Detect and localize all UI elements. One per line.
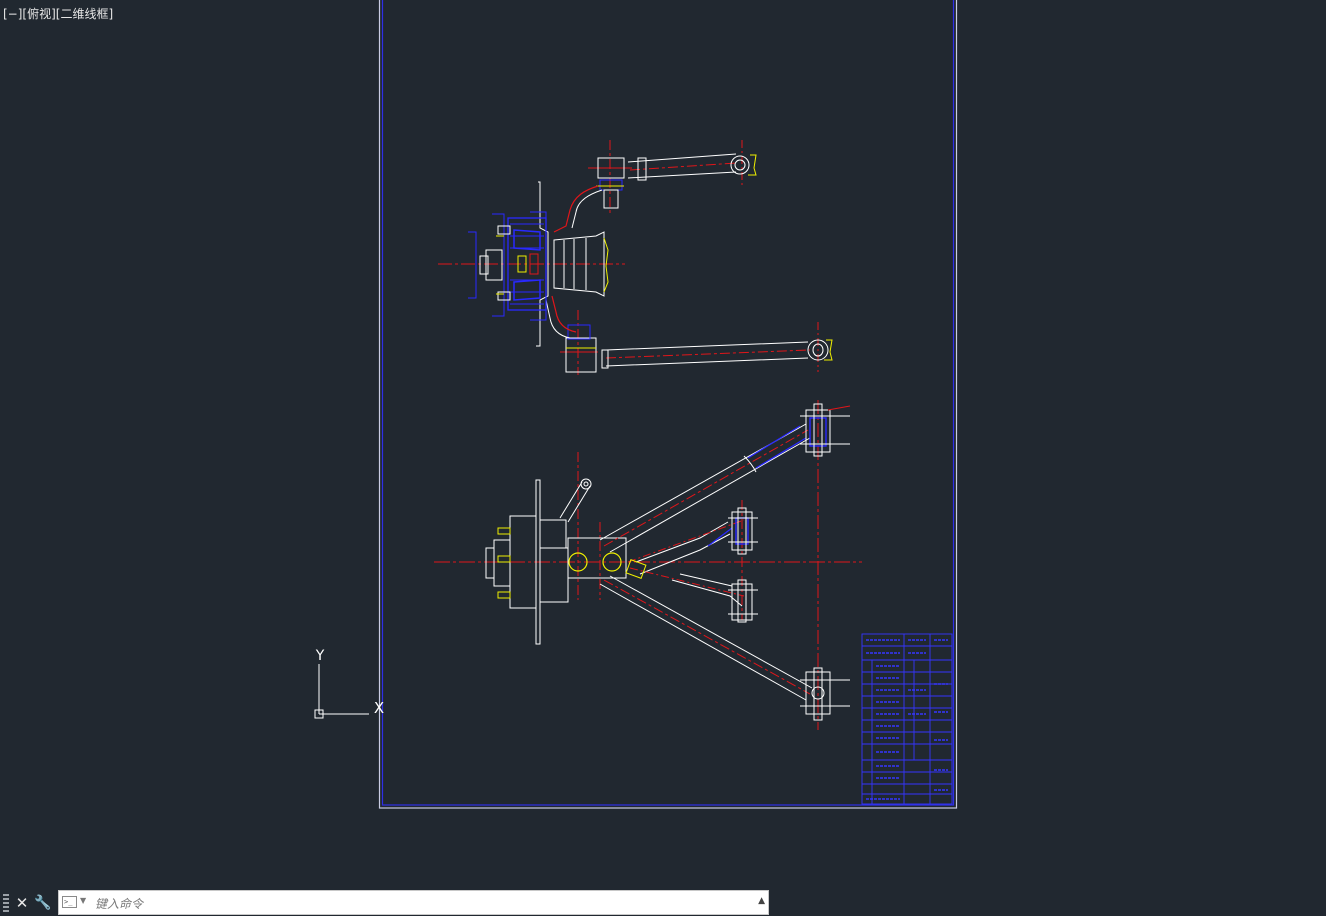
drawing-sheet — [378, 0, 958, 809]
ucs-x-label: X — [374, 699, 384, 717]
command-history-up-icon[interactable]: ▲ — [758, 896, 765, 906]
command-input[interactable] — [93, 893, 747, 914]
top-assembly-view — [438, 140, 833, 375]
command-line-bar: ✕ 🔧 >_ ▼ ▲ — [0, 889, 770, 916]
command-line-grip-handle[interactable] — [3, 894, 9, 912]
model-space-drawing[interactable]: Y X — [0, 0, 1326, 886]
ucs-icon: Y X — [314, 648, 384, 719]
command-input-container: >_ ▼ ▲ — [58, 890, 769, 915]
pivot-bushing-mid-upper — [728, 507, 758, 555]
command-prompt-icon[interactable]: >_ — [62, 896, 77, 908]
pivot-bushing-mid-lower — [728, 579, 758, 623]
wrench-icon[interactable]: 🔧 — [34, 893, 52, 913]
close-icon[interactable]: ✕ — [13, 893, 31, 913]
chevron-down-icon[interactable]: ▼ — [80, 896, 86, 905]
pivot-bushing-bottom — [800, 667, 850, 721]
title-block — [861, 633, 953, 805]
ucs-y-label: Y — [315, 648, 325, 664]
bottom-wishbone-view — [434, 400, 862, 730]
